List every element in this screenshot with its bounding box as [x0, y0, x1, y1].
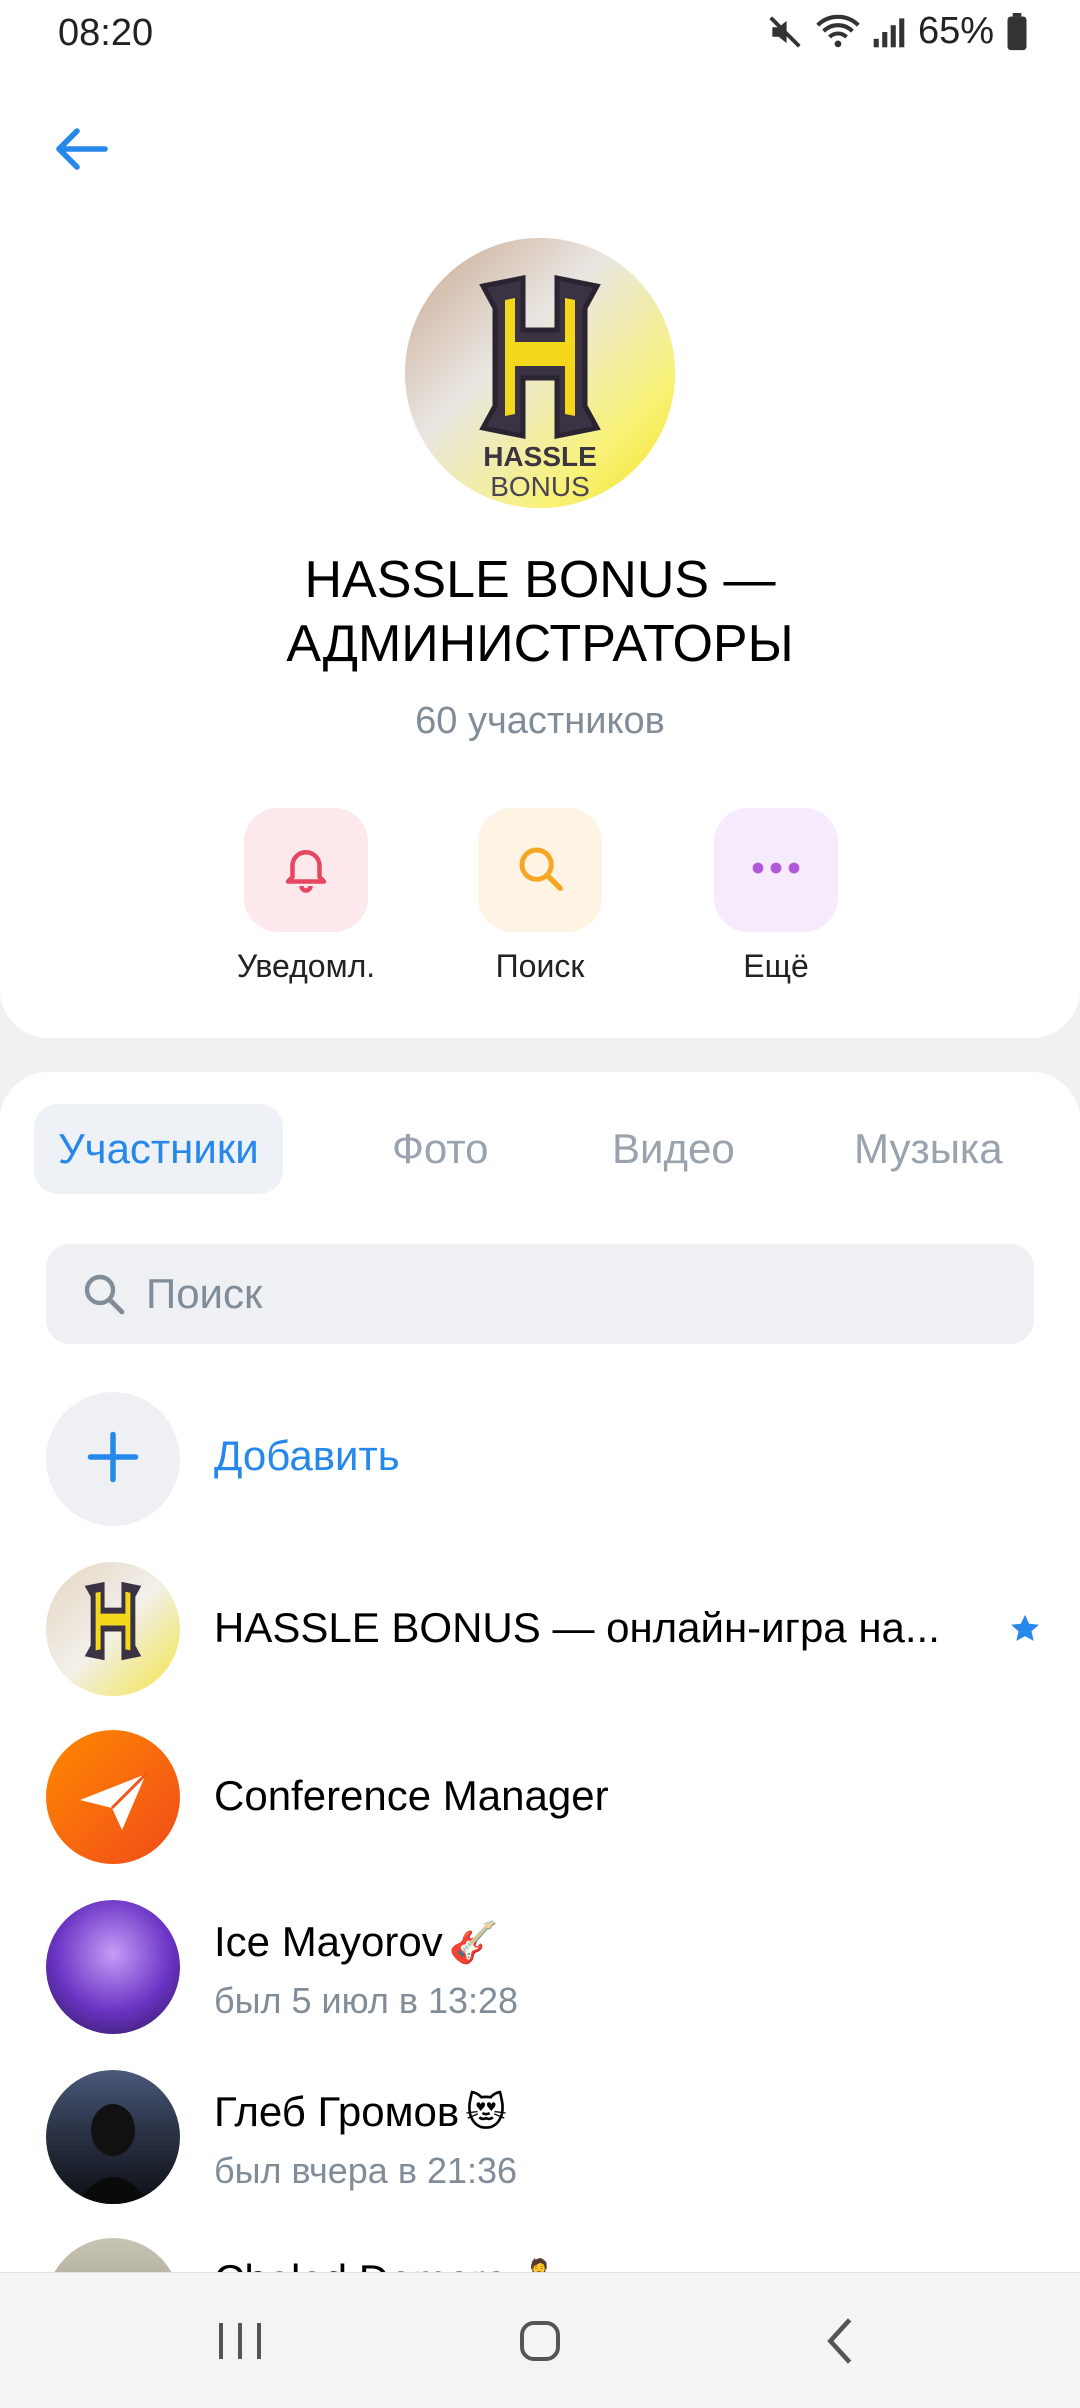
- home-icon: [516, 2317, 564, 2370]
- group-avatar[interactable]: HASSLE BONUS: [405, 238, 675, 508]
- member-row[interactable]: Cholod Demora 🧘: [0, 2228, 1080, 2272]
- member-name-text: Глеб Громов: [214, 2088, 460, 2135]
- mute-icon: [766, 13, 804, 51]
- search-icon: [513, 841, 567, 900]
- member-status: был 5 июл в 13:28: [214, 1980, 519, 2021]
- member-name: HASSLE BONUS — онлайн-игра на...: [214, 1604, 940, 1651]
- svg-text:BONUS: BONUS: [490, 471, 590, 502]
- svg-text:HASSLE: HASSLE: [483, 441, 597, 472]
- tab-music[interactable]: Музыка: [854, 1104, 1003, 1194]
- avatar: [46, 2070, 180, 2204]
- add-member-row[interactable]: Добавить: [0, 1382, 1080, 1542]
- add-member-label: Добавить: [214, 1432, 400, 1479]
- search-input[interactable]: [146, 1244, 1006, 1344]
- notifications-label: Уведомл.: [236, 948, 376, 984]
- back-button[interactable]: [46, 116, 116, 186]
- notifications-button[interactable]: Уведомл.: [206, 808, 406, 985]
- member-row[interactable]: HASSLE BONUS — онлайн-игра на...: [0, 1552, 1080, 1712]
- member-row[interactable]: Conference Manager: [0, 1720, 1080, 1880]
- bell-icon: [279, 841, 333, 900]
- signal-icon: [872, 14, 906, 50]
- status-bar: 08:20 65%: [0, 0, 1080, 70]
- more-button[interactable]: Ещё: [676, 808, 876, 985]
- tabs-bar: Участники Фото Видео Музыка: [34, 1104, 1080, 1194]
- avatar: [46, 1730, 180, 1864]
- member-name: Глеб Громов 😻: [214, 2088, 507, 2136]
- star-icon: [1008, 1612, 1042, 1651]
- status-time: 08:20: [58, 12, 154, 54]
- home-button[interactable]: [500, 2313, 580, 2373]
- status-icons: 65%: [766, 10, 1028, 53]
- group-title-line1: HASSLE BONUS —: [304, 551, 776, 609]
- tab-photos[interactable]: Фото: [392, 1104, 489, 1194]
- member-name: Cholod Demora 🧘: [214, 2256, 564, 2272]
- member-emoji: 😻: [465, 2091, 507, 2135]
- member-name: Conference Manager: [214, 1772, 609, 1819]
- recents-icon: [215, 2319, 265, 2368]
- battery-icon: [1006, 12, 1028, 51]
- action-buttons: Уведомл. Поиск Ещё: [0, 808, 1080, 988]
- arrow-left-icon: [53, 125, 109, 178]
- search-icon: [80, 1270, 128, 1323]
- more-icon: [749, 858, 803, 883]
- member-name: Ice Mayorov 🎸: [214, 1918, 499, 1966]
- avatar: [46, 1900, 180, 2034]
- member-emoji: 🧘: [514, 2259, 564, 2272]
- avatar: [46, 1562, 180, 1696]
- plus-icon: [83, 1427, 143, 1492]
- search-label: Поиск: [495, 948, 585, 984]
- member-row[interactable]: Ice Mayorov 🎸 был 5 июл в 13:28: [0, 1890, 1080, 2050]
- search-button-bg: [478, 808, 602, 932]
- group-title-line2: АДМИНИСТРАТОРЫ: [286, 615, 794, 673]
- avatar: [46, 2238, 180, 2272]
- group-title: HASSLE BONUS — АДМИНИСТРАТОРЫ: [0, 548, 1080, 676]
- member-status: был вчера в 21:36: [214, 2150, 518, 2191]
- tab-videos[interactable]: Видео: [612, 1104, 735, 1194]
- avatar-silhouette: [76, 2104, 150, 2204]
- paper-plane-icon: [80, 1772, 148, 1830]
- member-row[interactable]: Глеб Громов 😻 был вчера в 21:36: [0, 2060, 1080, 2220]
- member-name-text: Ice Mayorov: [214, 1918, 443, 1965]
- tab-members[interactable]: Участники: [34, 1104, 283, 1194]
- more-label: Ещё: [743, 948, 809, 984]
- system-nav-bar: [0, 2272, 1080, 2408]
- group-header-card: HASSLE BONUS HASSLE BONUS — АДМИНИСТРАТО…: [0, 70, 1080, 1038]
- member-search[interactable]: [46, 1244, 1034, 1344]
- members-count: 60 участников: [415, 700, 665, 742]
- member-name-text: Cholod Demora: [214, 2256, 508, 2272]
- chevron-left-icon: [824, 2316, 856, 2371]
- more-button-bg: [714, 808, 838, 932]
- member-emoji: 🎸: [448, 1921, 499, 1965]
- battery-text: 65%: [917, 10, 994, 52]
- back-nav-button[interactable]: [800, 2313, 880, 2373]
- add-circle: [46, 1392, 180, 1526]
- hassle-logo: [84, 1581, 142, 1661]
- search-button[interactable]: Поиск: [440, 808, 640, 985]
- hassle-logo: HASSLE BONUS: [405, 238, 675, 508]
- notifications-button-bg: [244, 808, 368, 932]
- recent-apps-button[interactable]: [200, 2313, 280, 2373]
- wifi-icon: [816, 13, 860, 51]
- members-card: Участники Фото Видео Музыка Добавить HAS…: [0, 1072, 1080, 2272]
